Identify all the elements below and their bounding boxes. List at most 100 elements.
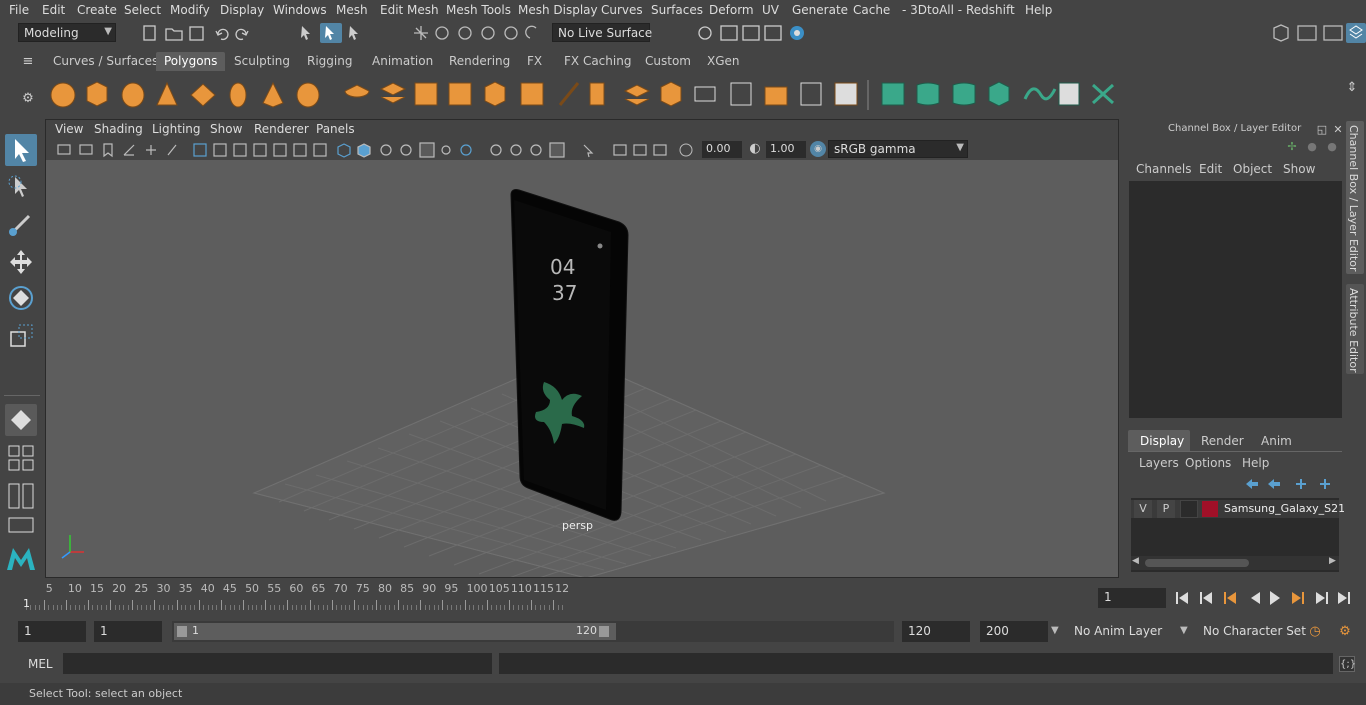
- menu-modify[interactable]: Modify: [170, 3, 210, 17]
- shelf-tab-fx[interactable]: FX: [519, 52, 550, 71]
- layer-name[interactable]: Samsung_Galaxy_S21F: [1224, 502, 1351, 515]
- layer-visibility-toggle[interactable]: V: [1134, 500, 1152, 518]
- layer-playback-toggle[interactable]: P: [1157, 500, 1175, 518]
- paint-select-tool-button[interactable]: [5, 208, 37, 240]
- menu-help[interactable]: Help: [1025, 3, 1052, 17]
- cb-menu-object[interactable]: Object: [1233, 162, 1272, 176]
- menu-redshift[interactable]: Redshift: [966, 3, 1015, 17]
- gamma-field[interactable]: 1.00: [766, 141, 806, 158]
- menu-mesh-tools[interactable]: Mesh Tools: [446, 3, 511, 17]
- shelf-scroll-icon[interactable]: ⇕: [1344, 80, 1360, 96]
- shelf-tab-fx-caching[interactable]: FX Caching: [556, 52, 639, 71]
- timeline-ruler[interactable]: 5 10 15 20 25 30 35 40 45 50 55 60 65 70 75 80 85 90 95 100…: [22, 580, 1091, 613]
- menu-3dtoall[interactable]: - 3DtoAll -: [902, 3, 962, 17]
- menu-select[interactable]: Select: [124, 3, 161, 17]
- vp-menu-shading[interactable]: Shading: [94, 122, 143, 136]
- layer-menu-layers[interactable]: Layers: [1139, 456, 1179, 470]
- colorspace-dropdown[interactable]: sRGB gamma ▼: [828, 140, 968, 158]
- scroll-right-icon[interactable]: ▶: [1329, 556, 1336, 566]
- mode-dropdown[interactable]: Modeling ▼: [18, 23, 116, 42]
- layer-menu-help[interactable]: Help: [1242, 456, 1269, 470]
- color-management-icon[interactable]: ◉: [810, 141, 826, 157]
- exposure-field[interactable]: 0.00: [702, 141, 742, 158]
- layout-four-view-button[interactable]: [5, 442, 37, 474]
- menu-surfaces[interactable]: Surfaces: [651, 3, 703, 17]
- scroll-left-icon[interactable]: ◀: [1132, 556, 1139, 566]
- playback-end-field[interactable]: 120: [902, 621, 970, 642]
- menu-generate[interactable]: Generate: [792, 3, 848, 17]
- auto-key-icon[interactable]: ◷: [1307, 624, 1323, 640]
- menu-curves[interactable]: Curves: [601, 3, 643, 17]
- menu-mesh-display[interactable]: Mesh Display: [518, 3, 598, 17]
- range-handle[interactable]: 1 120: [174, 623, 616, 640]
- mel-label[interactable]: MEL: [28, 657, 53, 671]
- mel-input[interactable]: [63, 653, 492, 674]
- anim-layer-dropdown[interactable]: No Anim Layer: [1068, 621, 1178, 642]
- range-start-handle-icon[interactable]: [177, 626, 187, 637]
- menu-cache[interactable]: Cache: [853, 3, 890, 17]
- shelf-settings-gear-icon[interactable]: ⚙: [20, 91, 36, 107]
- cb-menu-edit[interactable]: Edit: [1199, 162, 1222, 176]
- shelf-menu-icon[interactable]: ≡: [20, 54, 36, 70]
- layer-menu-options[interactable]: Options: [1185, 456, 1231, 470]
- shelf-tab-custom[interactable]: Custom: [637, 52, 699, 71]
- lasso-tool-button[interactable]: [5, 172, 37, 204]
- channel-box-area[interactable]: [1129, 181, 1342, 418]
- vp-menu-view[interactable]: View: [55, 122, 83, 136]
- live-surface-field[interactable]: No Live Surface: [552, 23, 652, 42]
- select-tool-button[interactable]: [5, 134, 37, 166]
- chevron-down-icon[interactable]: ▼: [1051, 625, 1059, 636]
- menu-windows[interactable]: Windows: [273, 3, 327, 17]
- shelf-tab-polygons[interactable]: Polygons: [156, 52, 226, 71]
- viewport-scene[interactable]: 04 37 persp: [46, 160, 1118, 579]
- layer-tab-anim[interactable]: Anim: [1261, 434, 1292, 448]
- move-tool-button[interactable]: [5, 246, 37, 278]
- scale-tool-button[interactable]: [5, 320, 37, 352]
- range-bar[interactable]: 1 120: [172, 621, 894, 642]
- layer-color-swatch[interactable]: [1202, 501, 1218, 517]
- character-set-dropdown[interactable]: No Character Set: [1197, 621, 1306, 642]
- vp-menu-renderer[interactable]: Renderer: [254, 122, 309, 136]
- range-end-handle-icon[interactable]: [599, 626, 609, 637]
- shelf-tab-rigging[interactable]: Rigging: [299, 52, 360, 71]
- layer-display-type-toggle[interactable]: [1180, 500, 1198, 518]
- soft-select-button[interactable]: [5, 404, 37, 436]
- side-tab-channel-box[interactable]: Channel Box / Layer Editor: [1346, 121, 1364, 274]
- cb-menu-channels[interactable]: Channels: [1136, 162, 1192, 176]
- scene-start-field[interactable]: 1: [18, 621, 86, 642]
- float-panel-icon[interactable]: ◱: [1314, 122, 1330, 138]
- playback-start-field[interactable]: 1: [94, 621, 162, 642]
- vp-menu-lighting[interactable]: Lighting: [152, 122, 201, 136]
- rotate-tool-button[interactable]: [5, 282, 37, 314]
- current-frame-field[interactable]: 1: [1098, 588, 1166, 608]
- shelf-tab-xgen[interactable]: XGen: [699, 52, 748, 71]
- chevron-down-icon[interactable]: ▼: [1180, 625, 1188, 636]
- scene-end-field[interactable]: 200: [980, 621, 1048, 642]
- vp-menu-panels[interactable]: Panels: [316, 122, 355, 136]
- layer-tab-display[interactable]: Display: [1128, 430, 1190, 451]
- layout-two-view-button[interactable]: [5, 480, 37, 512]
- menu-file[interactable]: File: [9, 3, 29, 17]
- shelf-tab-sculpting[interactable]: Sculpting: [226, 52, 298, 71]
- shelf-tab-animation[interactable]: Animation: [364, 52, 441, 71]
- cb-menu-show[interactable]: Show: [1283, 162, 1315, 176]
- menu-mesh[interactable]: Mesh: [336, 3, 368, 17]
- menu-edit-mesh[interactable]: Edit Mesh: [380, 3, 439, 17]
- phone-clock-hour: 04: [550, 255, 575, 279]
- menu-uv[interactable]: UV: [762, 3, 779, 17]
- menu-display[interactable]: Display: [220, 3, 264, 17]
- layer-horizontal-scrollbar[interactable]: ◀ ▶: [1131, 556, 1339, 570]
- animation-preferences-icon[interactable]: ⚙: [1337, 624, 1353, 640]
- layout-persp-button[interactable]: [5, 514, 37, 536]
- shelf-tab-rendering[interactable]: Rendering: [441, 52, 518, 71]
- menu-deform[interactable]: Deform: [709, 3, 754, 17]
- side-tab-attribute-editor[interactable]: Attribute Editor: [1346, 284, 1364, 374]
- vp-menu-show[interactable]: Show: [210, 122, 242, 136]
- menu-create[interactable]: Create: [77, 3, 117, 17]
- menu-edit[interactable]: Edit: [42, 3, 65, 17]
- layer-tab-render[interactable]: Render: [1201, 434, 1244, 448]
- shelf-tab-curves-surfaces[interactable]: Curves / Surfaces: [45, 52, 166, 71]
- script-editor-icon[interactable]: {;}: [1339, 656, 1356, 672]
- layer-scroll-thumb[interactable]: [1145, 559, 1249, 567]
- layer-row[interactable]: V P Samsung_Galaxy_S21F: [1131, 500, 1351, 518]
